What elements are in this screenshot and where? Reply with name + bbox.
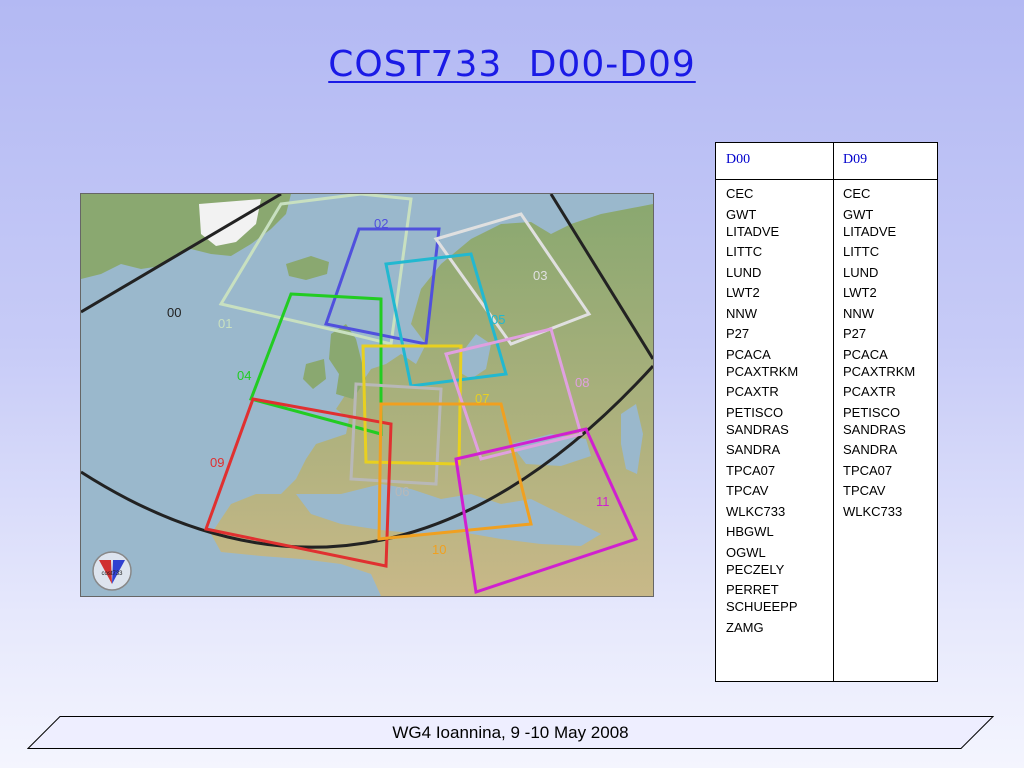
domain-06-label: 06 <box>395 484 409 499</box>
method-d09-4: LWT2 <box>843 284 953 301</box>
method-line: TPCAV <box>843 483 886 498</box>
method-line: GWT <box>726 206 757 222</box>
method-d00-2: LITTC <box>726 243 836 260</box>
method-line: SANDRAS <box>843 421 906 437</box>
column-d09: CEC GWT LITADVE LITTC LUND LWT2 NNW P27 PCACA PCA… <box>843 185 953 523</box>
method-d09-12: TPCAV <box>843 482 953 499</box>
method-line: PCACA <box>843 346 888 362</box>
method-d00-4: LWT2 <box>726 284 836 301</box>
domain-03-label: 03 <box>533 268 547 283</box>
domain-10-label: 10 <box>432 542 446 557</box>
domain-04-label: 04 <box>237 368 251 383</box>
column-d00: CEC GWT LITADVE LITTC LUND LWT2 NNW P27 PCACA PCA… <box>726 185 836 639</box>
method-line: SANDRA <box>726 442 781 457</box>
method-d09-6: P27 <box>843 325 953 342</box>
method-line: TPCAV <box>726 483 769 498</box>
method-line: PCAXTR <box>843 384 896 399</box>
logo-text: cost733 <box>101 571 123 577</box>
method-d00-14: HBGWL <box>726 523 836 540</box>
method-line: SANDRAS <box>726 421 789 437</box>
method-line: LITADVE <box>843 223 897 239</box>
cost733-logo: cost733 <box>92 551 132 591</box>
method-line: LUND <box>726 264 762 280</box>
method-d00-15: OGWL PECZELY <box>726 544 836 578</box>
method-d00-1: GWT LITADVE <box>726 206 836 240</box>
method-d09-2: LITTC <box>843 243 953 260</box>
method-d00-12: TPCAV <box>726 482 836 499</box>
domain-05-label: 05 <box>491 312 505 327</box>
method-d09-0: CEC <box>843 185 953 202</box>
method-d00-5: NNW <box>726 305 836 322</box>
method-line: SANDRA <box>843 442 898 457</box>
domain-09-label: 09 <box>210 455 224 470</box>
method-d00-8: PCAXTR <box>726 383 836 400</box>
method-d00-7: PCACA PCAXTRKM <box>726 346 836 380</box>
method-line: PCAXTR <box>726 384 779 399</box>
method-d09-7: PCACA PCAXTRKM <box>843 346 953 380</box>
domain-map: 00 01 02 03 04 05 06 07 08 09 10 11 cost… <box>80 193 654 597</box>
method-d00-13: WLKC733 <box>726 503 836 520</box>
method-line: WLKC733 <box>726 503 786 519</box>
domain-07-label: 07 <box>475 391 489 406</box>
domain-08-label: 08 <box>575 375 589 390</box>
method-line: LUND <box>843 264 879 280</box>
method-line: HBGWL <box>726 524 774 539</box>
method-d00-10: SANDRA <box>726 441 836 458</box>
method-line: PERRET <box>726 582 779 597</box>
method-d00-16: PERRET SCHUEEPP <box>726 581 836 615</box>
domain-01-label: 01 <box>218 316 232 331</box>
map-svg: 00 01 02 03 04 05 06 07 08 09 10 11 cost… <box>81 194 653 596</box>
method-d09-9: PETISCO SANDRAS <box>843 404 953 438</box>
method-line: CEC <box>843 186 871 201</box>
method-line: PETISCO <box>726 404 784 420</box>
method-d00-3: LUND <box>726 264 836 281</box>
slide-title: COST733 D00-D09 <box>328 44 696 85</box>
method-line: LWT2 <box>726 285 760 300</box>
method-d00-0: CEC <box>726 185 836 202</box>
method-line: WLKC733 <box>843 503 903 519</box>
method-line: NNW <box>726 305 758 321</box>
method-line: TPCA07 <box>726 462 776 478</box>
method-line: PCAXTRKM <box>726 363 799 379</box>
footer-bar: WG4 Ioannina, 9 -10 May 2008 <box>27 716 994 749</box>
method-line: PETISCO <box>843 404 901 420</box>
method-d09-5: NNW <box>843 305 953 322</box>
method-line: LITTC <box>726 244 763 259</box>
method-line: PCACA <box>726 346 771 362</box>
domain-11-label: 11 <box>596 494 610 509</box>
method-d09-10: SANDRA <box>843 441 953 458</box>
method-d09-8: PCAXTR <box>843 383 953 400</box>
method-line: P27 <box>726 326 750 341</box>
method-line: OGWL <box>726 544 766 560</box>
method-line: P27 <box>843 326 867 341</box>
method-d00-6: P27 <box>726 325 836 342</box>
method-d00-11: TPCA07 <box>726 462 836 479</box>
method-d09-11: TPCA07 <box>843 462 953 479</box>
method-line: LITADVE <box>726 223 780 239</box>
domain-00-label: 00 <box>167 305 181 320</box>
header-d09: D09 <box>843 152 868 167</box>
method-line: SCHUEEPP <box>726 599 798 614</box>
method-d09-1: GWT LITADVE <box>843 206 953 240</box>
method-d00-9: PETISCO SANDRAS <box>726 404 836 438</box>
method-d00-17: ZAMG <box>726 619 836 636</box>
method-d09-13: WLKC733 <box>843 503 953 520</box>
method-line: LWT2 <box>843 285 877 300</box>
domain-02-label: 02 <box>374 216 388 231</box>
method-line: NNW <box>843 305 875 321</box>
method-line: ZAMG <box>726 619 764 635</box>
methods-table: D00 D09 CEC GWT LITADVE LITTC LUND LWT2 NNW P27… <box>715 142 938 682</box>
footer-text: WG4 Ioannina, 9 -10 May 2008 <box>392 723 629 742</box>
method-line: PECZELY <box>726 561 785 577</box>
method-d09-3: LUND <box>843 264 953 281</box>
method-line: GWT <box>843 206 874 222</box>
method-line: LITTC <box>843 244 880 259</box>
method-line: PCAXTRKM <box>843 363 916 379</box>
method-line: CEC <box>726 186 754 201</box>
method-line: TPCA07 <box>843 462 893 478</box>
header-d00: D00 <box>726 152 751 167</box>
